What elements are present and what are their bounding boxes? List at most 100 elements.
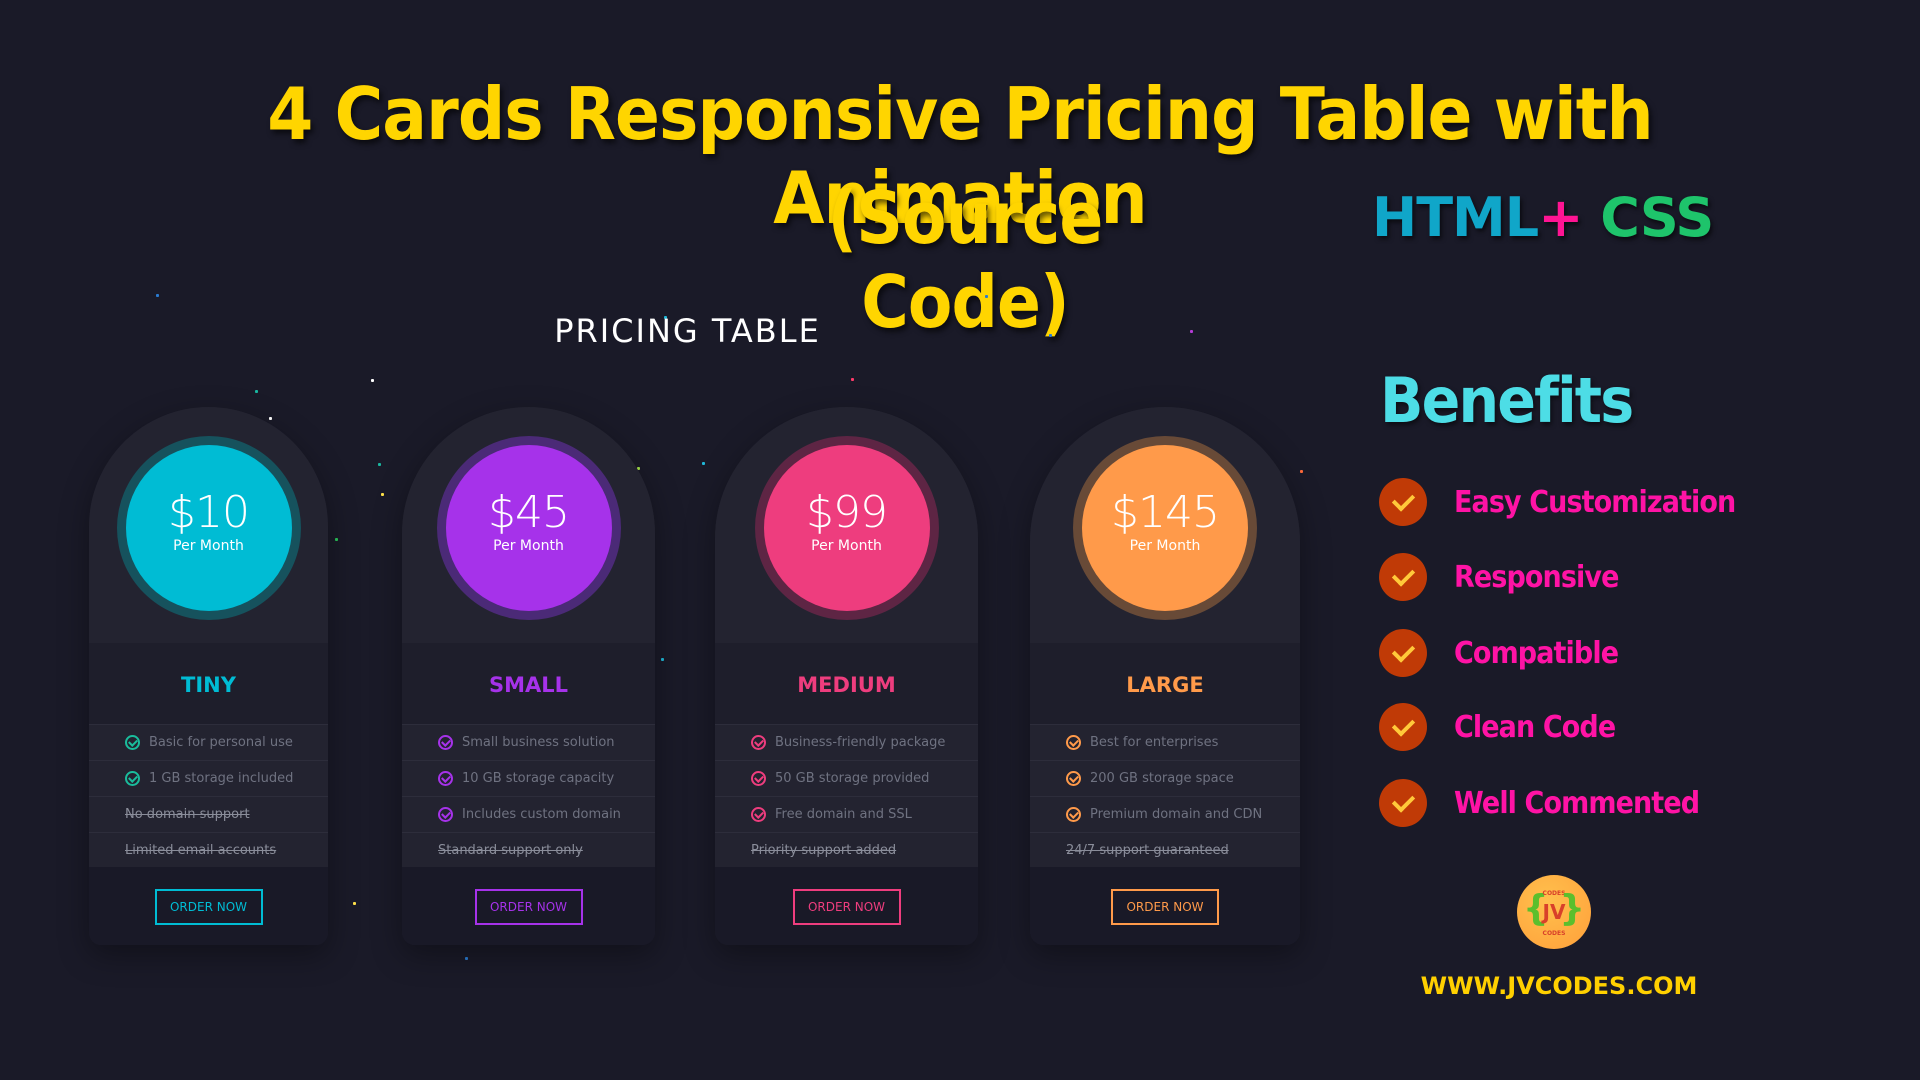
check-circle-icon <box>1066 807 1081 822</box>
price-period: Per Month <box>173 538 244 554</box>
plan-name: MEDIUM <box>797 673 896 697</box>
feature-item: Best for enterprises <box>1030 724 1300 760</box>
benefit-label: Compatible <box>1454 635 1619 671</box>
feature-text: Standard support only <box>438 843 583 858</box>
feature-text: 10 GB storage capacity <box>462 771 615 786</box>
feature-item: 10 GB storage capacity <box>402 760 655 796</box>
card-footer: ORDER NOW <box>715 867 978 945</box>
check-circle-icon <box>751 735 766 750</box>
card-header: $99 Per Month <box>715 407 978 643</box>
tech-css: CSS <box>1600 186 1714 249</box>
check-circle-icon <box>751 807 766 822</box>
price-period: Per Month <box>811 538 882 554</box>
particle <box>381 493 384 496</box>
feature-item: 1 GB storage included <box>89 760 328 796</box>
tech-badge: HTML+ CSS <box>1372 186 1714 249</box>
feature-text: Business-friendly package <box>775 735 946 750</box>
particle <box>661 658 664 661</box>
pricing-table-title: PRICING TABLE <box>554 312 821 350</box>
check-circle-icon <box>1066 771 1081 786</box>
price-badge: $45 Per Month <box>445 445 612 611</box>
order-now-button[interactable]: ORDER NOW <box>474 889 583 925</box>
particle <box>371 379 374 382</box>
particle <box>255 390 258 393</box>
check-circle-icon <box>438 735 453 750</box>
benefit-label: Easy Customization <box>1454 484 1736 520</box>
pricing-card-large: $145 Per Month LARGE Best for enterprise… <box>1030 407 1300 945</box>
card-header: $145 Per Month <box>1030 407 1300 643</box>
benefit-label: Clean Code <box>1454 709 1616 745</box>
price-amount: $45 <box>488 487 570 538</box>
card-footer: ORDER NOW <box>402 867 655 945</box>
feature-item: Business-friendly package <box>715 724 978 760</box>
feature-item: Limited email accounts <box>89 832 328 868</box>
feature-item: Free domain and SSL <box>715 796 978 832</box>
plan-band: TINY <box>89 643 328 724</box>
check-circle-icon <box>438 807 453 822</box>
feature-item: Standard support only <box>402 832 655 868</box>
website-link[interactable]: WWW.JVCODES.COM <box>1400 972 1718 1000</box>
price-amount: $10 <box>168 487 250 538</box>
feature-text: Small business solution <box>462 735 615 750</box>
logo-brace-right: } <box>1559 888 1585 929</box>
check-circle-icon <box>125 735 140 750</box>
feature-text: 24/7 support guaranteed <box>1066 843 1229 858</box>
feature-item: 24/7 support guaranteed <box>1030 832 1300 868</box>
plan-name: LARGE <box>1126 673 1204 697</box>
check-circle-icon <box>751 771 766 786</box>
tech-html: HTML <box>1372 186 1539 249</box>
check-icon <box>1379 553 1427 601</box>
benefit-item: Responsive <box>1379 553 1637 601</box>
plan-band: SMALL <box>402 643 655 724</box>
order-now-button[interactable]: ORDER NOW <box>1111 889 1219 925</box>
order-now-button[interactable]: ORDER NOW <box>792 889 901 925</box>
benefit-item: Compatible <box>1379 629 1636 677</box>
price-ring: $10 Per Month <box>116 436 301 620</box>
check-circle-icon <box>1066 735 1081 750</box>
feature-text: Free domain and SSL <box>775 807 912 822</box>
check-icon <box>1379 703 1427 751</box>
feature-text: Limited email accounts <box>125 843 277 858</box>
feature-item: 50 GB storage provided <box>715 760 978 796</box>
price-badge: $10 Per Month <box>125 445 292 611</box>
particle <box>1300 470 1303 473</box>
feature-item: Includes custom domain <box>402 796 655 832</box>
price-ring: $45 Per Month <box>436 436 621 620</box>
benefit-item: Well Commented <box>1379 779 1726 827</box>
feature-item: No domain support <box>89 796 328 832</box>
check-circle-icon <box>438 771 453 786</box>
feature-item: Premium domain and CDN <box>1030 796 1300 832</box>
particle <box>378 463 381 466</box>
benefits-title: Benefits <box>1380 364 1634 437</box>
feature-text: 200 GB storage space <box>1090 771 1234 786</box>
particle <box>465 957 468 960</box>
particle <box>851 378 854 381</box>
particle <box>985 295 988 298</box>
feature-text: No domain support <box>125 807 250 822</box>
pricing-card-small: $45 Per Month SMALL Small business solut… <box>402 407 655 945</box>
pricing-card-tiny: $10 Per Month TINY Basic for personal us… <box>89 407 328 945</box>
price-period: Per Month <box>493 538 564 554</box>
benefit-label: Well Commented <box>1454 785 1700 821</box>
feature-list: Best for enterprises 200 GB storage spac… <box>1030 724 1300 867</box>
feature-item: Priority support added <box>715 832 978 868</box>
order-now-button[interactable]: ORDER NOW <box>154 889 263 925</box>
price-badge: $145 Per Month <box>1082 445 1248 611</box>
particle <box>1190 330 1193 333</box>
price-badge: $99 Per Month <box>763 445 930 611</box>
logo-bottom-text: CODES <box>1542 930 1566 937</box>
plan-name: SMALL <box>488 673 569 697</box>
check-circle-icon <box>125 771 140 786</box>
feature-text: Includes custom domain <box>462 807 621 822</box>
price-period: Per Month <box>1129 538 1201 554</box>
price-ring: $145 Per Month <box>1073 436 1257 620</box>
feature-text: Best for enterprises <box>1090 735 1219 750</box>
plan-band: LARGE <box>1030 643 1300 724</box>
tech-plus: + <box>1538 186 1583 249</box>
card-header: $10 Per Month <box>89 407 328 643</box>
feature-text: Priority support added <box>751 843 897 858</box>
particle <box>1049 334 1052 337</box>
feature-list: Basic for personal use 1 GB storage incl… <box>89 724 328 867</box>
feature-item: Small business solution <box>402 724 655 760</box>
feature-text: Premium domain and CDN <box>1090 807 1263 822</box>
